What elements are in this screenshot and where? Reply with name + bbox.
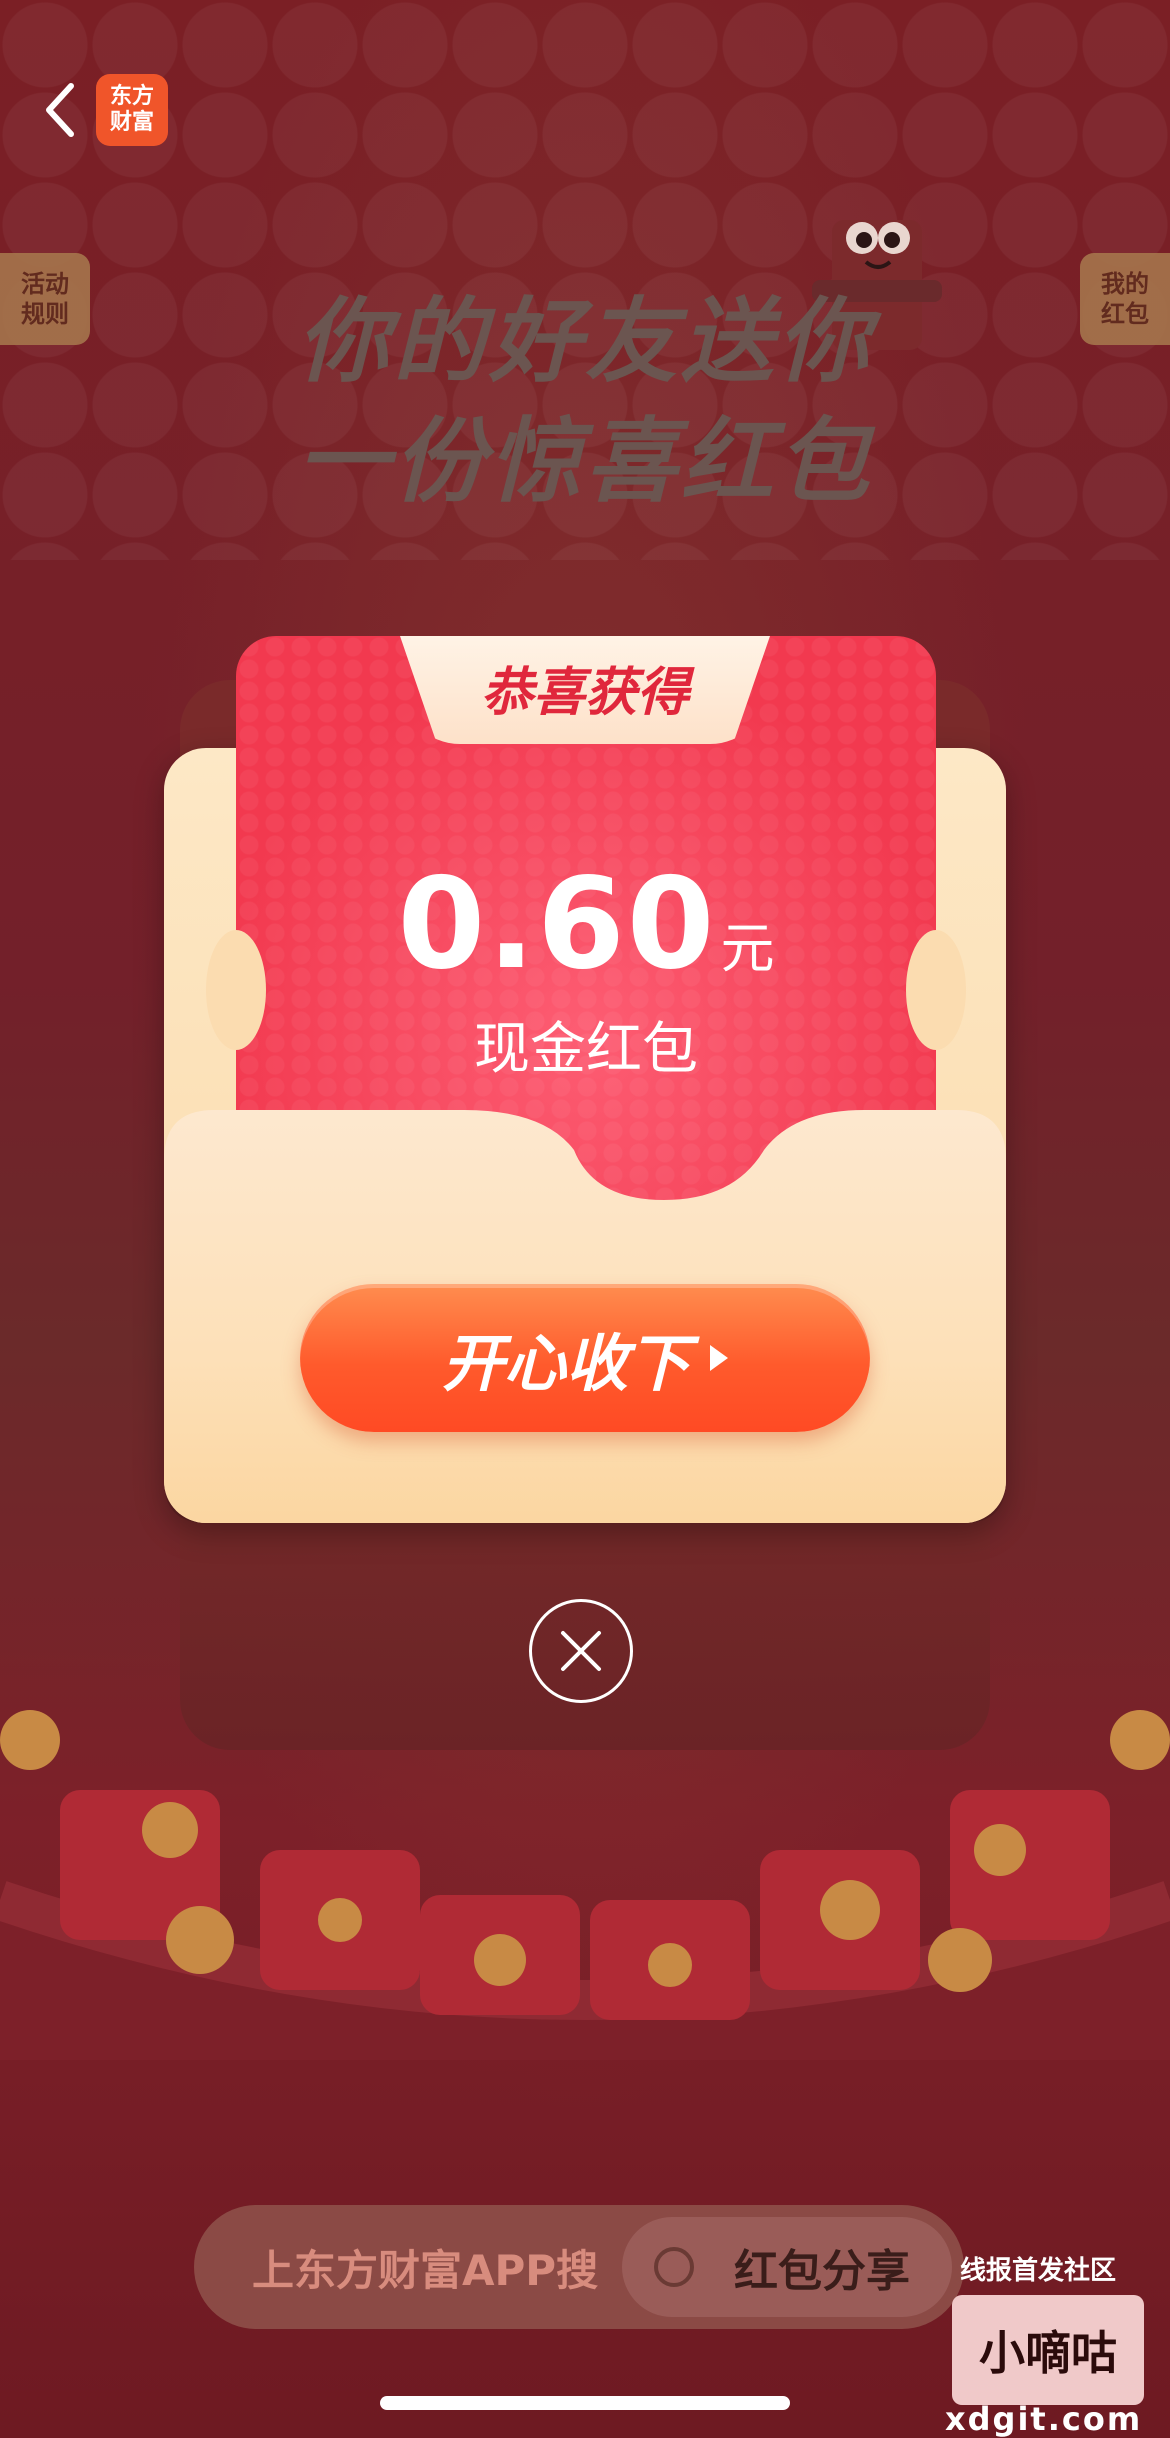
back-button[interactable] xyxy=(30,80,90,140)
close-button[interactable] xyxy=(529,1599,633,1703)
search-icon xyxy=(654,2247,694,2287)
logo-line-1: 东方 xyxy=(109,84,154,109)
accept-button[interactable]: 开心收下 xyxy=(300,1284,870,1432)
close-icon xyxy=(561,1631,601,1671)
search-hint-bar: 上东方财富APP搜 红包分享 xyxy=(194,2205,964,2329)
watermark-top-text: 线报首发社区 xyxy=(960,2256,1117,2286)
amount-unit: 元 xyxy=(720,917,775,980)
search-prefix-text: 上东方财富APP搜 xyxy=(252,2245,599,2295)
watermark-logo: 小嘀咕 xyxy=(952,2295,1144,2405)
app-logo: 东方 财富 xyxy=(96,74,168,146)
play-arrow-icon xyxy=(710,1345,728,1371)
amount-display: 0.60元 xyxy=(236,850,936,997)
amount-value: 0.60 xyxy=(397,850,717,997)
headline-line-2: 一份惊喜红包 xyxy=(296,408,873,515)
amount-label: 现金红包 xyxy=(474,1017,698,1082)
watermark-domain: xdgit.com xyxy=(945,2400,1143,2438)
chevron-left-icon xyxy=(46,83,74,137)
search-keyword: 红包分享 xyxy=(734,2246,910,2297)
search-keyword-pill: 红包分享 xyxy=(622,2217,952,2317)
home-indicator[interactable] xyxy=(380,2396,790,2410)
logo-line-2: 财富 xyxy=(109,110,154,135)
accept-button-label: 开心收下 xyxy=(441,1330,690,1399)
decorative-envelopes xyxy=(0,1710,1170,2060)
watermark-logo-text: 小嘀咕 xyxy=(979,2326,1117,2380)
headline-line-1: 你的好友送你 xyxy=(296,288,873,395)
popup-title: 恭喜获得 xyxy=(480,663,689,723)
